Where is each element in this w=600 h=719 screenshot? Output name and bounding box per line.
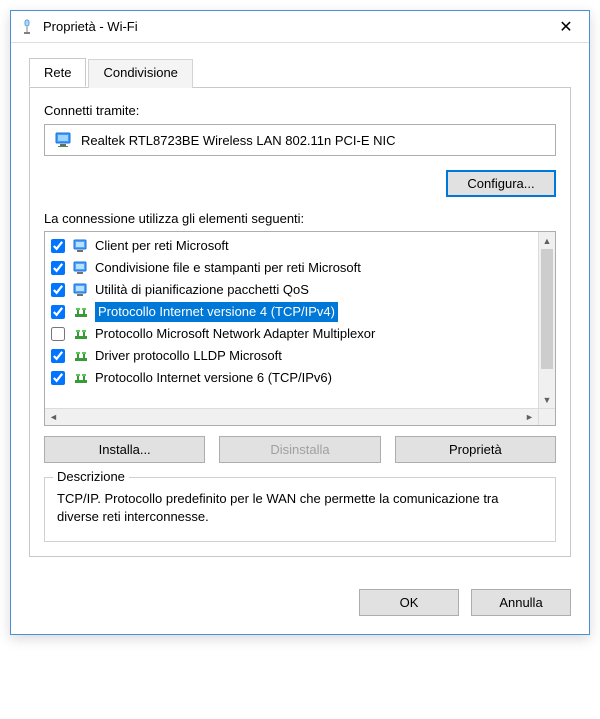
close-button[interactable]: ✕	[551, 17, 581, 37]
list-item[interactable]: Utilità di pianificazione pacchetti QoS	[47, 279, 536, 301]
properties-button[interactable]: Proprietà	[395, 436, 556, 463]
list-item[interactable]: Condivisione file e stampanti per reti M…	[47, 257, 536, 279]
list-item[interactable]: Client per reti Microsoft	[47, 235, 536, 257]
install-button[interactable]: Installa...	[44, 436, 205, 463]
elements-label: La connessione utilizza gli elementi seg…	[44, 211, 556, 226]
tabstrip: Rete Condivisione	[29, 58, 571, 88]
horizontal-scrollbar[interactable]: ◄ ►	[45, 408, 555, 425]
ok-button[interactable]: OK	[359, 589, 459, 616]
dialog-body: Rete Condivisione Connetti tramite: Real…	[11, 43, 589, 575]
description-group: Descrizione TCP/IP. Protocollo predefini…	[44, 477, 556, 542]
connect-via-label: Connetti tramite:	[44, 103, 556, 118]
adapter-box: Realtek RTL8723BE Wireless LAN 802.11n P…	[44, 124, 556, 156]
monitor-icon	[55, 132, 73, 148]
list-item[interactable]: Protocollo Internet versione 4 (TCP/IPv4…	[47, 301, 536, 323]
item-label: Protocollo Internet versione 4 (TCP/IPv4…	[95, 302, 338, 322]
item-checkbox[interactable]	[51, 239, 65, 253]
item-checkbox[interactable]	[51, 349, 65, 363]
vertical-scrollbar[interactable]: ▲ ▼	[538, 232, 555, 408]
list-item[interactable]: Protocollo Microsoft Network Adapter Mul…	[47, 323, 536, 345]
app-icon	[19, 19, 35, 35]
tab-condivisione[interactable]: Condivisione	[88, 59, 192, 88]
list-item[interactable]: Driver protocollo LLDP Microsoft	[47, 345, 536, 367]
properties-dialog: Proprietà - Wi-Fi ✕ Rete Condivisione Co…	[10, 10, 590, 635]
components-listbox[interactable]: Client per reti MicrosoftCondivisione fi…	[44, 231, 556, 426]
description-text: TCP/IP. Protocollo predefinito per le WA…	[57, 490, 543, 525]
cancel-button[interactable]: Annulla	[471, 589, 571, 616]
item-label: Driver protocollo LLDP Microsoft	[95, 346, 282, 366]
share-icon	[73, 260, 89, 276]
proto-icon	[73, 348, 89, 364]
scroll-corner	[538, 409, 555, 425]
configure-row: Configura...	[44, 170, 556, 197]
tab-rete[interactable]: Rete	[29, 58, 86, 87]
uninstall-button: Disinstalla	[219, 436, 380, 463]
tabpage-rete: Connetti tramite: Realtek RTL8723BE Wire…	[29, 87, 571, 557]
client-icon	[73, 238, 89, 254]
item-label: Protocollo Microsoft Network Adapter Mul…	[95, 324, 375, 344]
proto-icon	[73, 326, 89, 342]
item-label: Client per reti Microsoft	[95, 236, 229, 256]
qos-icon	[73, 282, 89, 298]
configure-button[interactable]: Configura...	[446, 170, 556, 197]
component-buttons: Installa... Disinstalla Proprietà	[44, 436, 556, 463]
item-checkbox[interactable]	[51, 305, 65, 319]
item-label: Condivisione file e stampanti per reti M…	[95, 258, 361, 278]
item-checkbox[interactable]	[51, 261, 65, 275]
item-label: Utilità di pianificazione pacchetti QoS	[95, 280, 309, 300]
proto-icon	[73, 304, 89, 320]
item-checkbox[interactable]	[51, 283, 65, 297]
description-legend: Descrizione	[53, 469, 129, 484]
list-item[interactable]: Protocollo Internet versione 6 (TCP/IPv6…	[47, 367, 536, 389]
item-checkbox[interactable]	[51, 327, 65, 341]
proto-icon	[73, 370, 89, 386]
window-title: Proprietà - Wi-Fi	[43, 19, 551, 34]
scroll-down-icon[interactable]: ▼	[539, 391, 555, 408]
item-checkbox[interactable]	[51, 371, 65, 385]
adapter-name: Realtek RTL8723BE Wireless LAN 802.11n P…	[81, 133, 396, 148]
item-label: Protocollo Internet versione 6 (TCP/IPv6…	[95, 368, 332, 388]
titlebar: Proprietà - Wi-Fi ✕	[11, 11, 589, 43]
dialog-buttons: OK Annulla	[11, 575, 589, 634]
scroll-thumb[interactable]	[541, 249, 553, 369]
scroll-up-icon[interactable]: ▲	[539, 232, 555, 249]
scroll-left-icon[interactable]: ◄	[45, 409, 62, 425]
scroll-right-icon[interactable]: ►	[521, 409, 538, 425]
